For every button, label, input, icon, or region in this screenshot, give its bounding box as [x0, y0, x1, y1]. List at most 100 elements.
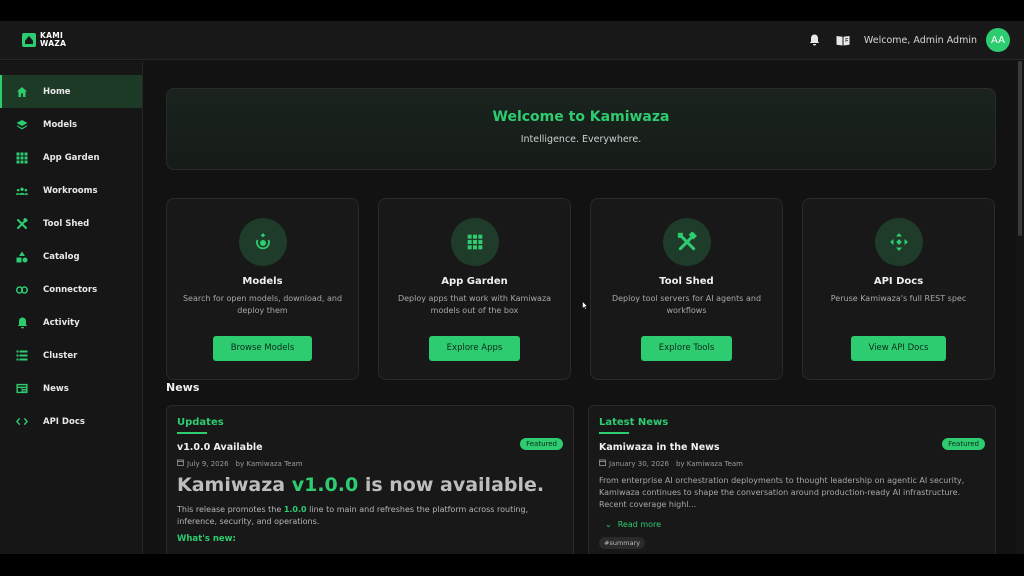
latest-news-card: Latest News Kamiwaza in the News Feature…: [588, 405, 996, 554]
chevron-down-icon: ⌄: [605, 520, 612, 529]
shapes-icon: [16, 251, 28, 263]
tools-icon: [662, 218, 711, 266]
api-icon: [874, 218, 923, 266]
top-bar: KAMI WAZA Welcome, Admin Admin AA: [0, 21, 1024, 60]
sidebar-item-activity[interactable]: Activity: [0, 306, 142, 339]
layers-icon: [16, 119, 28, 131]
card-title: Tool Shed: [659, 276, 714, 287]
updates-heading: Updates: [177, 417, 224, 428]
news-author: by Kamiwaza Team: [675, 459, 743, 468]
sidebar-item-label: Workrooms: [43, 185, 98, 196]
sidebar-item-label: Cluster: [43, 350, 78, 361]
app-window: KAMI WAZA Welcome, Admin Admin AA Home M…: [0, 21, 1024, 554]
logo-line-2: WAZA: [40, 39, 67, 48]
body-version: 1.0.0: [283, 505, 307, 514]
logo-text: KAMI WAZA: [40, 32, 66, 48]
sidebar: Home Models App Garden Workrooms Tool Sh…: [0, 61, 143, 554]
news-item-title[interactable]: v1.0.0 Available: [177, 442, 263, 453]
headline-text-end: is now available.: [358, 474, 545, 496]
code-icon: [16, 416, 28, 428]
page-title: Welcome to Kamiwaza: [492, 109, 670, 125]
sidebar-item-workrooms[interactable]: Workrooms: [0, 174, 142, 207]
home-icon: [16, 86, 28, 98]
bell-icon: [16, 317, 28, 329]
sidebar-item-label: API Docs: [43, 416, 85, 427]
card-tool-shed: Tool Shed Deploy tool servers for AI age…: [590, 198, 783, 380]
sidebar-item-label: News: [43, 383, 69, 394]
sidebar-item-news[interactable]: News: [0, 372, 142, 405]
sidebar-item-api-docs[interactable]: API Docs: [0, 405, 142, 438]
card-title: API Docs: [873, 276, 924, 287]
sidebar-item-home[interactable]: Home: [0, 75, 142, 108]
headline-text: Kamiwaza: [177, 474, 292, 496]
sidebar-item-label: Tool Shed: [43, 218, 90, 229]
heading-underline: [599, 432, 629, 434]
read-more-label: Read more: [617, 520, 662, 529]
mouse-cursor-icon: [582, 301, 588, 310]
logo[interactable]: KAMI WAZA: [22, 32, 66, 48]
welcome-text: Welcome, Admin Admin: [863, 34, 977, 46]
explore-apps-button[interactable]: Explore Apps: [428, 336, 521, 361]
card-api-docs: API Docs Peruse Kamiwaza's full REST spe…: [802, 198, 995, 380]
users-icon: [16, 185, 28, 197]
sidebar-item-tool-shed[interactable]: Tool Shed: [0, 207, 142, 240]
news-body: From enterprise AI orchestration deploym…: [599, 476, 965, 509]
grid-icon: [450, 218, 499, 266]
news-section-title: News: [166, 381, 200, 394]
sidebar-item-app-garden[interactable]: App Garden: [0, 141, 142, 174]
newspaper-icon: [16, 383, 28, 395]
news-author: by Kamiwaza Team: [235, 459, 303, 468]
card-title: App Garden: [441, 276, 508, 287]
book-icon[interactable]: [836, 33, 850, 47]
sidebar-item-models[interactable]: Models: [0, 108, 142, 141]
card-models: Models Search for open models, download,…: [166, 198, 359, 380]
sidebar-item-label: Catalog: [43, 251, 80, 262]
tools-icon: [16, 217, 28, 230]
news-date: January 30, 2026: [609, 459, 669, 468]
latest-news-heading: Latest News: [599, 417, 669, 428]
card-description: Peruse Kamiwaza's full REST spec: [830, 294, 967, 303]
card-app-garden: App Garden Deploy apps that work with Ka…: [378, 198, 571, 380]
card-description: Deploy tool servers for AI agents and wo…: [611, 294, 762, 315]
calendar-icon: [599, 459, 606, 468]
logo-mark: [22, 33, 36, 47]
grid-icon: [16, 152, 28, 164]
scrollbar-thumb[interactable]: [1018, 61, 1022, 236]
scrollbar[interactable]: [1016, 61, 1024, 554]
tag-chip[interactable]: #summary: [599, 537, 646, 549]
card-title: Models: [242, 276, 283, 287]
calendar-icon: [177, 459, 184, 468]
sidebar-item-label: Models: [43, 119, 78, 130]
news-item-title[interactable]: Kamiwaza in the News: [599, 442, 720, 453]
model-icon: [238, 218, 287, 266]
sidebar-item-catalog[interactable]: Catalog: [0, 240, 142, 273]
bell-icon[interactable]: [808, 33, 822, 47]
main-content: Welcome to Kamiwaza Intelligence. Everyw…: [144, 61, 1016, 554]
heading-underline: [177, 432, 207, 434]
news-meta: January 30, 2026 by Kamiwaza Team: [599, 459, 750, 468]
card-description: Search for open models, download, and de…: [182, 294, 343, 315]
featured-badge: Featured: [942, 438, 985, 450]
card-description: Deploy apps that work with Kamiwaza mode…: [397, 294, 552, 315]
release-body: This release promotes the 1.0.0 line to …: [177, 504, 557, 528]
sidebar-item-label: Home: [43, 86, 71, 97]
sidebar-item-connectors[interactable]: Connectors: [0, 273, 142, 306]
welcome-banner: Welcome to Kamiwaza Intelligence. Everyw…: [166, 88, 996, 170]
link-icon: [16, 284, 28, 296]
updates-card: Updates v1.0.0 Available Featured July 9…: [166, 405, 574, 554]
news-meta: July 9, 2026 by Kamiwaza Team: [177, 459, 310, 468]
release-headline: Kamiwaza v1.0.0 is now available.: [177, 474, 544, 496]
page-subtitle: Intelligence. Everywhere.: [520, 134, 642, 145]
view-api-docs-button[interactable]: View API Docs: [850, 336, 947, 361]
whats-new-heading: What's new:: [177, 534, 236, 544]
browse-models-button[interactable]: Browse Models: [212, 336, 313, 361]
sidebar-item-label: App Garden: [43, 152, 100, 163]
news-date: July 9, 2026: [187, 459, 229, 468]
read-more-link[interactable]: ⌄ Read more: [605, 520, 661, 529]
sidebar-item-label: Activity: [43, 317, 80, 328]
sidebar-item-cluster[interactable]: Cluster: [0, 339, 142, 372]
body-text: This release promotes the: [177, 505, 284, 514]
featured-badge: Featured: [520, 438, 563, 450]
avatar[interactable]: AA: [986, 28, 1010, 52]
explore-tools-button[interactable]: Explore Tools: [640, 336, 733, 361]
